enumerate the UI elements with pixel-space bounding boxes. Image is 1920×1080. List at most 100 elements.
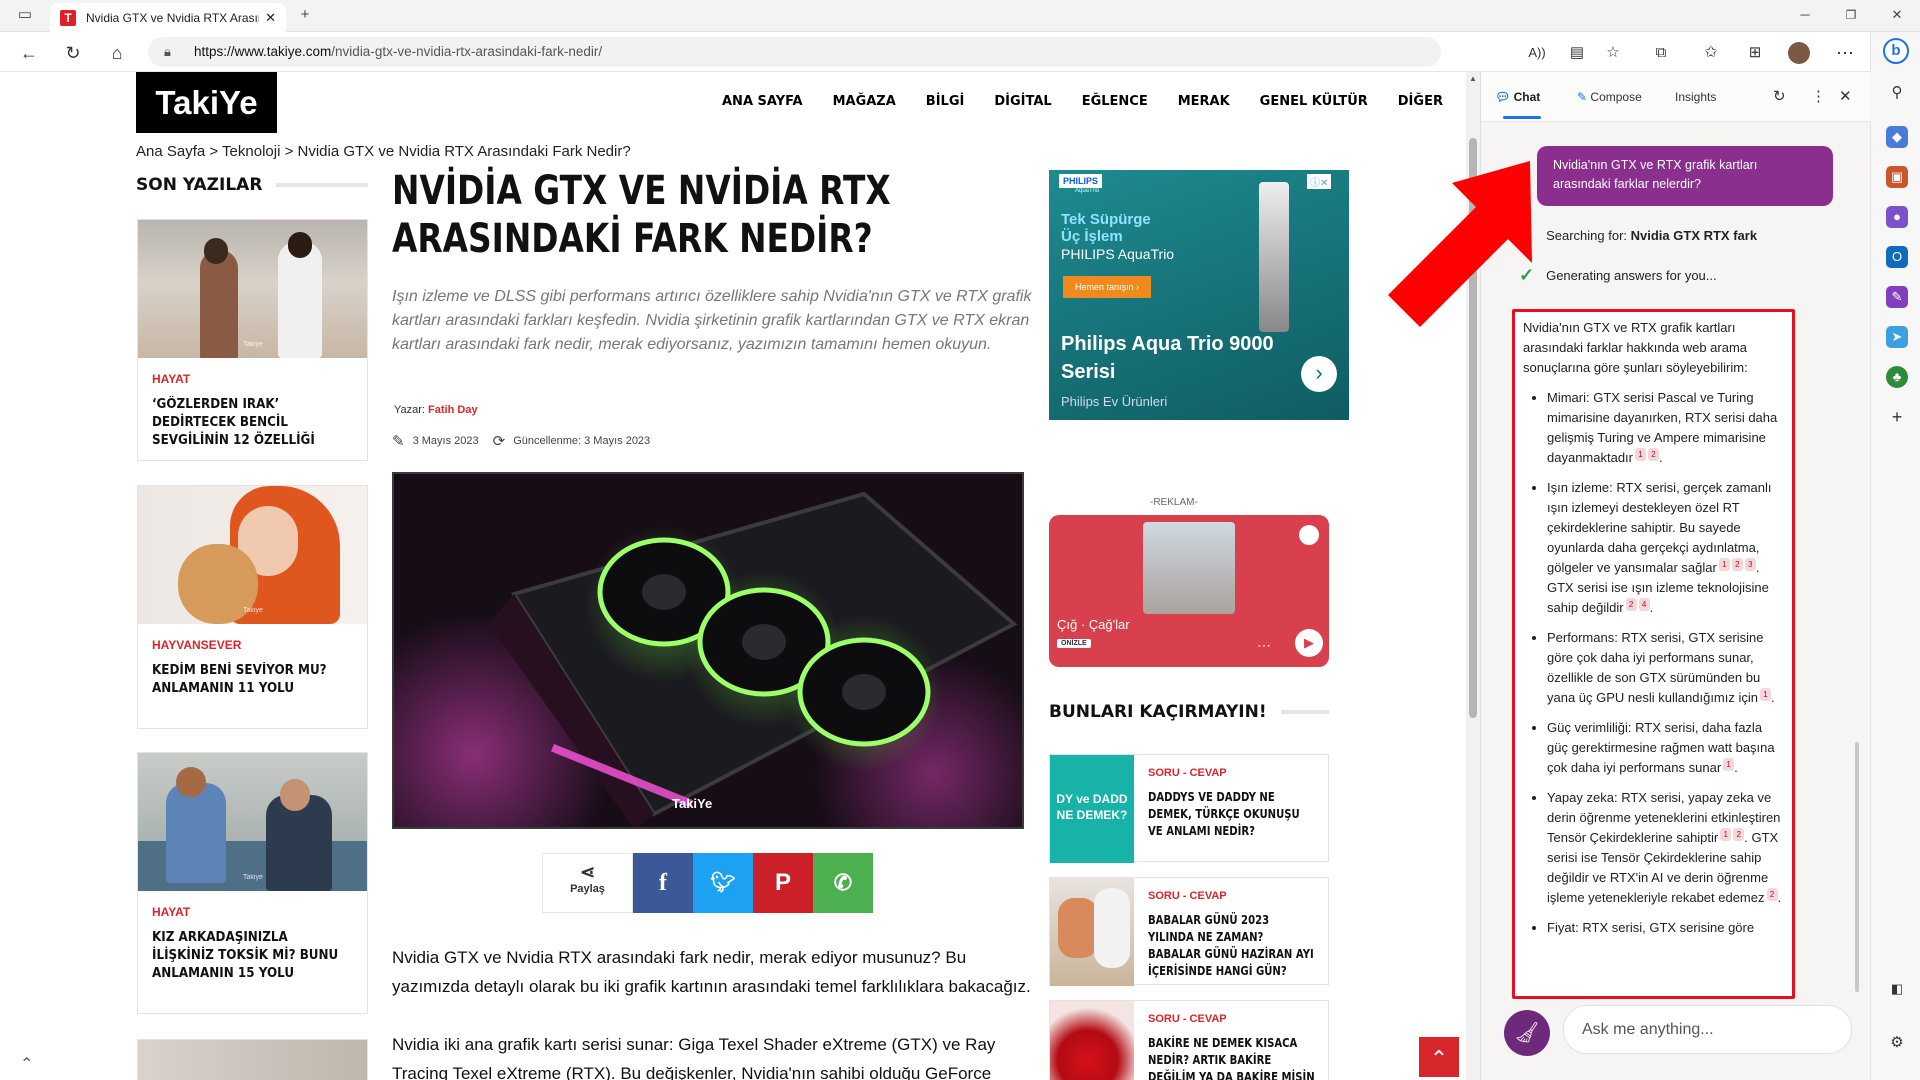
ad-next-icon[interactable]: › (1301, 356, 1337, 392)
chat-input[interactable]: Ask me anything... (1563, 1005, 1852, 1054)
nav-item[interactable]: EĞLENCE (1082, 94, 1148, 109)
drop-icon[interactable]: ✎ (1886, 286, 1908, 308)
author-name[interactable]: Fatih Day (428, 404, 478, 416)
search-status: ✓ Searching for: Nvidia GTX RTX fark (1519, 225, 1757, 246)
play-icon[interactable]: ▶ (1295, 629, 1323, 657)
citation-link[interactable]: 1 (1723, 758, 1735, 771)
facebook-share-button[interactable]: f (633, 853, 693, 913)
citation-link[interactable]: 2 (1731, 558, 1743, 571)
promo-card[interactable]: SORU - CEVAP BAKİRE NE DEMEK KISACA NEDİ… (1049, 1000, 1329, 1080)
copilot-scrollbar[interactable] (1855, 742, 1859, 992)
tab-compose[interactable]: ✎ Compose (1577, 90, 1642, 104)
whatsapp-share-button[interactable]: ✆ (813, 853, 873, 913)
games-icon[interactable]: ● (1886, 206, 1908, 228)
citation-link[interactable]: 2 (1625, 598, 1637, 611)
tools-icon[interactable]: ▣ (1886, 166, 1908, 188)
album-art (1143, 522, 1235, 614)
adchoices-icon[interactable]: ⓘ✕ (1307, 174, 1332, 189)
address-bar[interactable]: 🔒︎ https://www.takiye.com/nvidia-gtx-ve-… (148, 37, 1441, 67)
citation-link[interactable]: 4 (1638, 598, 1650, 611)
nav-item[interactable]: ANA SAYFA (722, 94, 803, 109)
scroll-to-top-button[interactable]: ⌃ (1419, 1037, 1459, 1077)
nav-item[interactable]: GENEL KÜLTÜR (1260, 94, 1368, 109)
hide-sidebar-icon[interactable]: ◧ (1886, 978, 1908, 1000)
home-icon[interactable]: ⌂ (104, 40, 130, 66)
spotify-icon[interactable] (1299, 525, 1319, 545)
refresh-icon[interactable]: ↻ (60, 40, 86, 66)
favorites-icon[interactable]: ✩ (1698, 40, 1724, 66)
citation-link[interactable]: 2 (1733, 828, 1745, 841)
tab-actions-icon[interactable]: ▭ (14, 4, 36, 26)
add-sidebar-app-icon[interactable]: + (1886, 406, 1908, 428)
nav-item[interactable]: MAĞAZA (833, 94, 896, 109)
answer-bullet-text: Performans: RTX serisi, GTX serisine gör… (1547, 630, 1764, 705)
nav-item[interactable]: MERAK (1178, 94, 1230, 109)
sidebar-card-title[interactable]: KEDİM BENİ SEVİYOR MU? ANLAMANIN 11 YOLU (152, 662, 339, 698)
ad-cta-button[interactable]: Hemen tanışın › (1063, 276, 1152, 298)
search-icon[interactable]: ⚲ (1886, 82, 1908, 104)
read-aloud-icon[interactable]: A)) (1524, 40, 1550, 66)
promo-card[interactable]: SORU - CEVAP BABALAR GÜNÜ 2023 YILINDA N… (1049, 877, 1329, 986)
spotify-embed[interactable]: Çığ · Çağ'lar ÖNİZLE ⋯ ▶ (1049, 515, 1329, 667)
shopping-icon[interactable]: ◆ (1886, 126, 1908, 148)
new-tab-icon[interactable]: + (294, 4, 316, 26)
search-query[interactable]: Nvidia GTX RTX fark (1631, 228, 1757, 243)
sidebar-settings-icon[interactable]: ⚙ (1886, 1032, 1908, 1054)
tab-insights[interactable]: Insights (1675, 90, 1716, 104)
scroll-up-small-icon[interactable]: ⌃ (20, 1054, 33, 1074)
close-window-icon[interactable]: ✕ (1886, 4, 1908, 26)
sidebar-card-title[interactable]: ‘GÖZLERDEN IRAK’ DEDİRTECEK BENCİL SEVGİ… (152, 396, 339, 450)
close-copilot-icon[interactable]: ✕ (1839, 87, 1852, 105)
extensions-icon[interactable]: ⧉ (1648, 40, 1674, 66)
citation-link[interactable]: 2 (1648, 448, 1659, 461)
more-options-icon[interactable]: ⋯ (1257, 637, 1271, 654)
pinterest-share-button[interactable]: P (753, 853, 813, 913)
citation-link[interactable]: 1 (1720, 828, 1732, 841)
promo-title[interactable]: DADDYS VE DADDY NE DEMEK, TÜRKÇE OKUNUŞU… (1148, 789, 1316, 840)
nav-item[interactable]: BİLGİ (926, 94, 965, 109)
sidebar-card[interactable]: HAYAT ‘GÖZLERDEN IRAK’ DEDİRTECEK BENCİL… (137, 219, 368, 461)
active-tab-indicator (1503, 116, 1541, 119)
add-favorite-icon[interactable]: ☆ (1600, 40, 1626, 66)
citation-link[interactable]: 1 (1635, 448, 1646, 461)
breadcrumb[interactable]: Ana Sayfa > Teknoloji > Nvidia GTX ve Nv… (136, 143, 631, 160)
nav-item[interactable]: DİĞER (1398, 94, 1443, 109)
new-topic-button[interactable]: 🧹︎ (1504, 1010, 1550, 1056)
citation-link[interactable]: 1 (1759, 688, 1771, 701)
sidebar-card-partial[interactable] (137, 1039, 368, 1080)
close-tab-icon[interactable]: ✕ (265, 10, 276, 26)
tree-icon[interactable]: ♣ (1886, 366, 1908, 388)
profile-avatar[interactable] (1788, 42, 1810, 64)
back-icon[interactable]: ← (16, 40, 42, 66)
outlook-icon[interactable]: O (1886, 246, 1908, 268)
philips-ad[interactable]: PHILIPS AquaTrio ⓘ✕ Tek Süpürge Üç İşlem… (1049, 170, 1349, 420)
browser-tab[interactable]: T Nvidia GTX ve Nvidia RTX Arasında ✕ (50, 3, 286, 32)
bing-copilot-icon[interactable]: b (1883, 38, 1909, 64)
site-logo[interactable]: TakiYe (136, 72, 277, 133)
sidebar-card-title[interactable]: KIZ ARKADAŞINIZLA İLİŞKİNİZ TOKSİK Mİ? B… (152, 929, 339, 983)
nav-item[interactable]: DİGİTAL (994, 94, 1051, 109)
citation-link[interactable]: 1 (1718, 558, 1730, 571)
broom-icon: 🧹︎ (1514, 1022, 1540, 1044)
minimize-icon[interactable]: ─ (1794, 4, 1816, 26)
tab-chat[interactable]: 💬︎ Chat (1495, 90, 1540, 104)
promo-title[interactable]: BAKİRE NE DEMEK KISACA NEDİR? ARTIK BAKİ… (1148, 1035, 1316, 1080)
sidebar-card[interactable]: HAYAT KIZ ARKADAŞINIZLA İLİŞKİNİZ TOKSİK… (137, 752, 368, 1014)
scroll-up-arrow-icon[interactable]: ▲ (1469, 74, 1477, 83)
citation-link[interactable]: 2 (1766, 888, 1778, 901)
promo-card[interactable]: DY ve DADD NE DEMEK? SORU - CEVAP DADDYS… (1049, 754, 1329, 863)
twitter-share-button[interactable]: 🐦︎ (693, 853, 753, 913)
telegram-icon[interactable]: ➤ (1886, 326, 1908, 348)
copilot-more-icon[interactable]: ⋮ (1811, 87, 1826, 105)
immersive-reader-icon[interactable]: ▤ (1564, 40, 1590, 66)
promo-title[interactable]: BABALAR GÜNÜ 2023 YILINDA NE ZAMAN? BABA… (1148, 912, 1316, 980)
share-button[interactable]: ⋖ Paylaş (542, 853, 633, 913)
more-icon[interactable]: ⋯ (1832, 40, 1858, 66)
sidebar-card[interactable]: HAYVANSEVER KEDİM BENİ SEVİYOR MU? ANLAM… (137, 485, 368, 729)
citation-link[interactable]: 3 (1744, 558, 1756, 571)
track-name[interactable]: Çığ · Çağ'lar (1057, 617, 1130, 632)
article-title: NVİDİA GTX VE NVİDİA RTX ARASINDAKİ FARK… (392, 168, 891, 262)
refresh-chat-icon[interactable]: ↻ (1773, 87, 1786, 105)
collections-icon[interactable]: ⊞ (1742, 40, 1768, 66)
maximize-icon[interactable]: ❐ (1840, 4, 1862, 26)
